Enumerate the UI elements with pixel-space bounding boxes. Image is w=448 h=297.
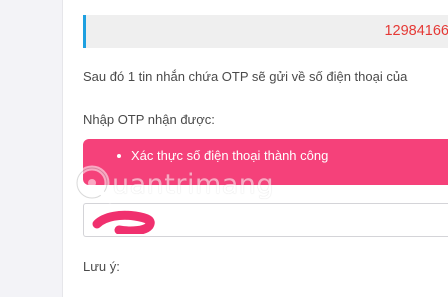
otp-code-box: 12984166 — [83, 15, 448, 48]
redaction-scribble-icon — [92, 210, 155, 234]
otp-label: Nhập OTP nhận được: — [83, 112, 215, 127]
alert-message: Xác thực số điện thoại thành công — [131, 148, 329, 163]
instruction-text: Sau đó 1 tin nhắn chứa OTP sẽ gửi về số … — [83, 69, 408, 84]
success-alert: Xác thực số điện thoại thành công — [83, 139, 448, 185]
main-card: 12984166 Sau đó 1 tin nhắn chứa OTP sẽ g… — [62, 0, 448, 297]
alert-item: Xác thực số điện thoại thành công — [118, 148, 328, 163]
bullet-icon — [117, 154, 121, 158]
otp-input[interactable] — [83, 203, 448, 237]
otp-code: 12984166 — [384, 23, 448, 39]
note-label: Lưu ý: — [83, 259, 120, 274]
